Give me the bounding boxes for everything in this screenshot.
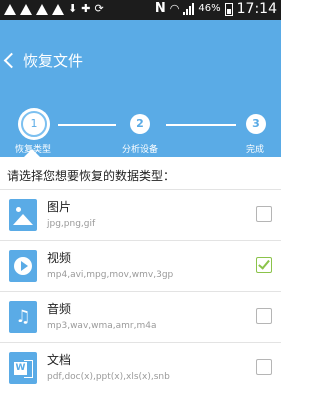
file-type-name: 文档 xyxy=(47,353,72,367)
music-icon: ♫ xyxy=(9,301,37,333)
warning-icon xyxy=(20,3,32,15)
step-pointer xyxy=(24,149,40,157)
signal-icon xyxy=(183,3,195,15)
file-type-extensions: mp4,avi,mpg,mov,wmv,3gp xyxy=(47,270,174,280)
file-type-name: 视频 xyxy=(47,251,72,265)
file-type-extensions: jpg,png,gif xyxy=(47,219,96,229)
step-2-circle: 2 xyxy=(130,114,150,134)
checkmark-icon xyxy=(258,257,270,270)
warning-icon xyxy=(4,3,16,15)
page-title: 恢复文件 xyxy=(23,51,84,70)
app-header: 恢复文件 1 2 3 恢复类型 分析设备 完成 xyxy=(0,20,281,157)
file-type-extensions: mp3,wav,wma,amr,m4a xyxy=(47,321,157,331)
prompt-text: 请选择您想要恢复的数据类型： xyxy=(7,169,176,183)
nfc-icon: N xyxy=(154,1,166,16)
back-button[interactable]: 恢复文件 xyxy=(0,48,83,72)
warning-icon xyxy=(36,3,48,15)
step-1-circle: 1 xyxy=(21,111,47,137)
documents-checkbox[interactable] xyxy=(256,359,272,375)
battery-percent: 46% xyxy=(198,3,221,14)
step-indicator: 1 2 3 恢复类型 分析设备 完成 xyxy=(0,111,281,157)
step-3-circle: 3 xyxy=(246,114,266,134)
audio-checkbox[interactable] xyxy=(256,308,272,324)
status-bar: ⬇ ✚ ⟳ N ◠ 46% 17:14 xyxy=(0,0,281,20)
list-item-audio[interactable]: ♫ 音频 mp3,wav,wma,amr,m4a xyxy=(0,291,281,342)
warning-icon xyxy=(52,3,64,15)
back-chevron-icon xyxy=(3,52,20,68)
download-icon: ⬇ xyxy=(68,2,78,15)
step-2-label: 分析设备 xyxy=(122,145,159,155)
list-item-images[interactable]: 图片 jpg,png,gif xyxy=(0,189,281,240)
sync-icon: ⟳ xyxy=(94,2,104,15)
image-icon xyxy=(9,199,37,231)
document-icon xyxy=(9,352,37,384)
notification-icons: ⬇ ✚ ⟳ xyxy=(4,2,104,16)
step-connector xyxy=(166,124,236,126)
clock: 17:14 xyxy=(236,1,277,17)
step-3-label: 完成 xyxy=(246,145,265,155)
file-type-name: 音频 xyxy=(47,302,72,316)
step-connector xyxy=(58,124,116,126)
file-type-name: 图片 xyxy=(47,200,72,214)
wifi-icon: ◠ xyxy=(169,2,180,15)
videos-checkbox[interactable] xyxy=(256,257,272,273)
battery-icon xyxy=(224,3,233,16)
video-icon xyxy=(9,250,37,282)
file-type-extensions: pdf,doc(x),ppt(x),xls(x),snb xyxy=(47,372,170,382)
list-item-videos[interactable]: 视频 mp4,avi,mpg,mov,wmv,3gp xyxy=(0,240,281,291)
gamepad-icon: ✚ xyxy=(81,2,91,15)
system-icons: N ◠ 46% 17:14 xyxy=(155,1,277,17)
list-item-documents[interactable]: 文档 pdf,doc(x),ppt(x),xls(x),snb xyxy=(0,342,281,393)
file-type-list: 图片 jpg,png,gif 视频 mp4,avi,mpg,mov,wmv,3g… xyxy=(0,189,281,393)
images-checkbox[interactable] xyxy=(256,206,272,222)
